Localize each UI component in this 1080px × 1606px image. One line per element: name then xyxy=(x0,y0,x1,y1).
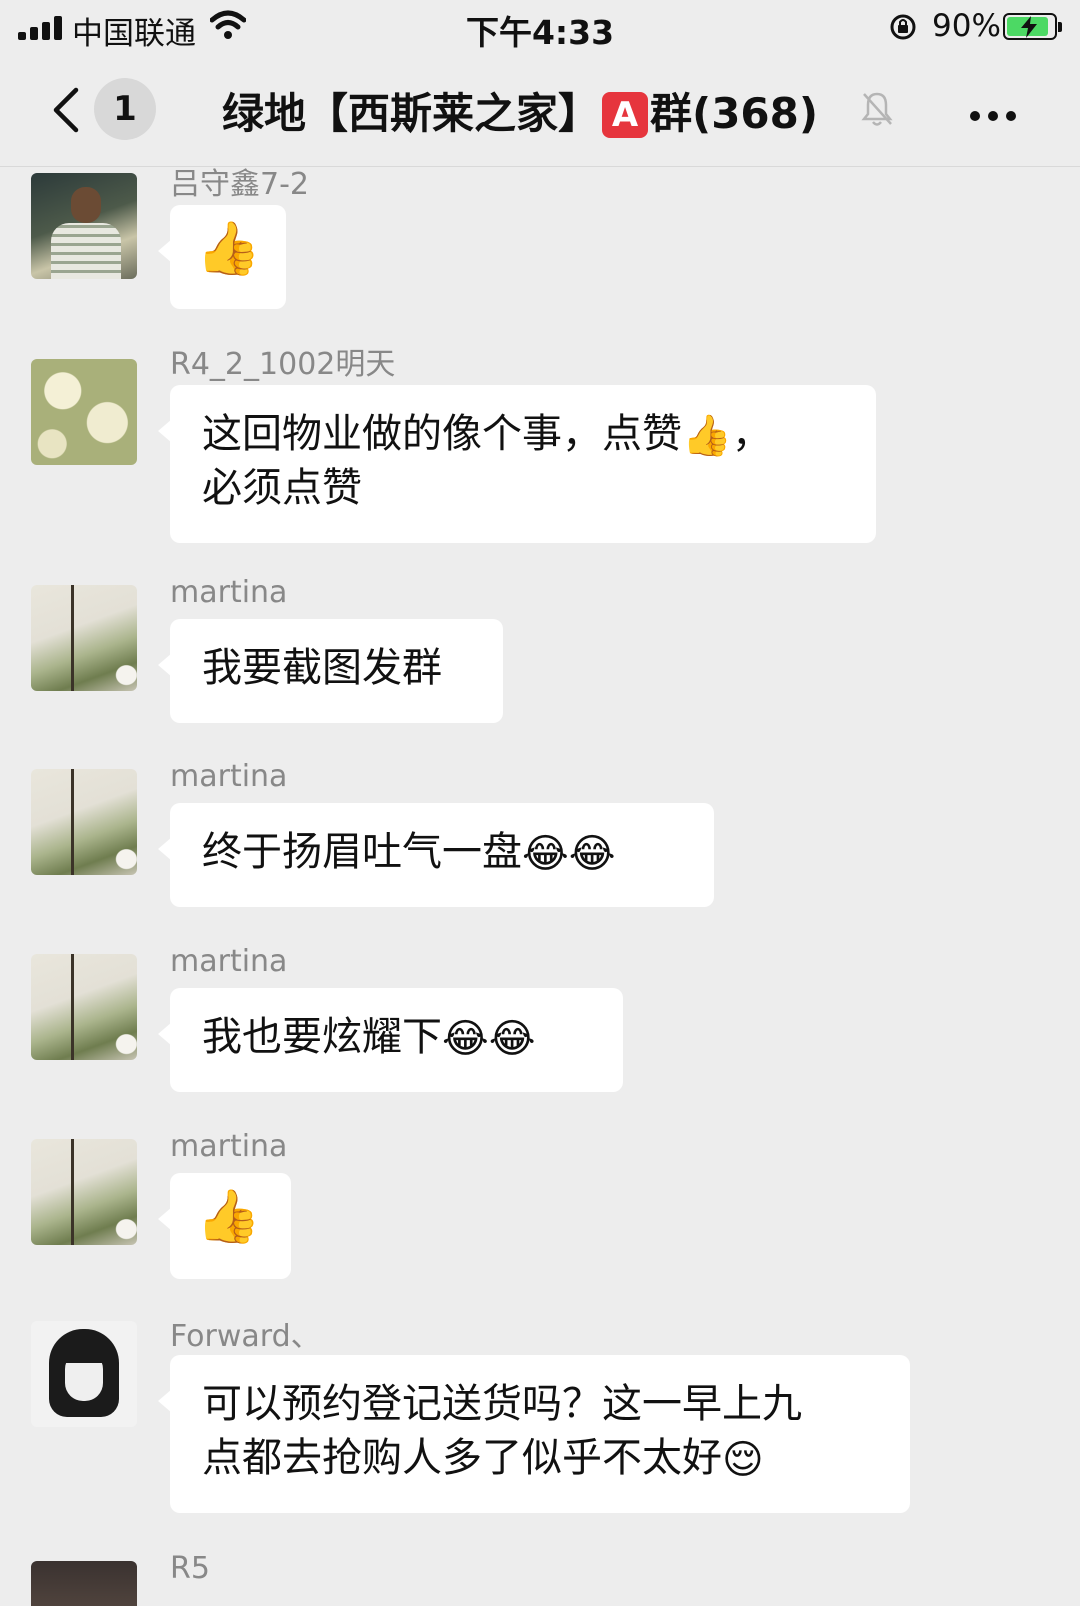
chat-header: 1 绿地【西斯莱之家】 A 群(368) xyxy=(0,56,1080,167)
avatar[interactable] xyxy=(31,769,137,875)
unread-count-badge[interactable]: 1 xyxy=(94,78,156,140)
sender-name: martina xyxy=(170,944,288,979)
list-item: R4_2_1002明天 这回物业做的像个事，点赞👍， 必须点赞 xyxy=(0,347,1080,557)
message-text-line: 可以预约登记送货吗？这一早上九 xyxy=(202,1381,802,1427)
avatar[interactable] xyxy=(31,585,137,691)
avatar[interactable] xyxy=(31,359,137,465)
message-bubble[interactable]: 可以预约登记送货吗？这一早上九 点都去抢购人多了似乎不太好😌 xyxy=(158,1355,910,1513)
relieved-face-icon: 😌 xyxy=(722,1437,764,1483)
more-icon[interactable] xyxy=(970,106,1024,125)
thumbs-up-icon: 👍 xyxy=(196,1187,261,1247)
chevron-left-icon[interactable] xyxy=(48,86,82,134)
message-text-line: 必须点赞 xyxy=(202,465,362,511)
message-bubble[interactable]: 👍 xyxy=(158,1173,291,1279)
sender-name: martina xyxy=(170,759,288,794)
chat-title: 绿地【西斯莱之家】 A 群(368) xyxy=(222,80,818,141)
message-bubble[interactable]: 终于扬眉吐气一盘😂😂 xyxy=(158,803,714,907)
tears-of-joy-icon: 😂 xyxy=(568,831,616,877)
avatar[interactable] xyxy=(31,173,137,279)
avatar[interactable] xyxy=(31,1321,137,1427)
message-text-line: 点都去抢购人多了似乎不太好😌 xyxy=(202,1435,764,1483)
a-button-badge-icon: A xyxy=(602,92,649,138)
chat-title-prefix: 绿地【西斯莱之家】 xyxy=(222,89,601,138)
battery-charging-icon xyxy=(1003,13,1062,40)
message-bubble[interactable]: 我要截图发群 xyxy=(158,619,503,723)
list-item: martina 👍 xyxy=(0,1129,1080,1289)
avatar[interactable] xyxy=(31,1139,137,1245)
sender-name: martina xyxy=(170,575,288,610)
sender-name: R5 xyxy=(170,1551,210,1586)
status-bar: 中国联通 下午4:33 90% xyxy=(0,0,1080,56)
avatar[interactable] xyxy=(31,954,137,1060)
rotation-lock-icon xyxy=(890,14,916,40)
battery-percent: 90% xyxy=(932,8,1001,44)
sender-name: Forward、 xyxy=(170,1319,321,1354)
avatar[interactable] xyxy=(31,1561,137,1606)
list-item: martina 我要截图发群 xyxy=(0,575,1080,735)
bell-off-icon xyxy=(861,92,893,126)
list-item: Forward、 可以预约登记送货吗？这一早上九 点都去抢购人多了似乎不太好😌 xyxy=(0,1319,1080,1531)
thumbs-up-icon: 👍 xyxy=(682,413,732,459)
tears-of-joy-icon: 😂 xyxy=(442,1016,489,1062)
sender-name: R4_2_1002明天 xyxy=(170,347,396,382)
message-bubble[interactable]: 我也要炫耀下😂😂 xyxy=(158,988,623,1092)
list-item: martina 我也要炫耀下😂😂 xyxy=(0,944,1080,1104)
sender-name: 吕守鑫7-2 xyxy=(170,167,309,202)
message-bubble[interactable]: 这回物业做的像个事，点赞👍， 必须点赞 xyxy=(158,385,876,543)
list-item: R5 xyxy=(0,1551,1080,1606)
message-bubble[interactable]: 👍 xyxy=(158,205,286,309)
message-text-line: 这回物业做的像个事，点赞👍， xyxy=(202,411,772,459)
tears-of-joy-icon: 😂 xyxy=(488,1016,536,1062)
list-item: 吕守鑫7-2 👍 xyxy=(0,167,1080,317)
tears-of-joy-icon: 😂 xyxy=(522,831,569,877)
message-list[interactable]: 吕守鑫7-2 👍 R4_2_1002明天 这回物业做的像个事，点赞👍， 必须点赞… xyxy=(0,167,1080,1606)
list-item: martina 终于扬眉吐气一盘😂😂 xyxy=(0,759,1080,919)
sender-name: martina xyxy=(170,1129,288,1164)
thumbs-up-icon: 👍 xyxy=(196,219,261,279)
clock: 下午4:33 xyxy=(465,13,615,52)
chat-title-suffix: 群(368) xyxy=(650,89,819,138)
